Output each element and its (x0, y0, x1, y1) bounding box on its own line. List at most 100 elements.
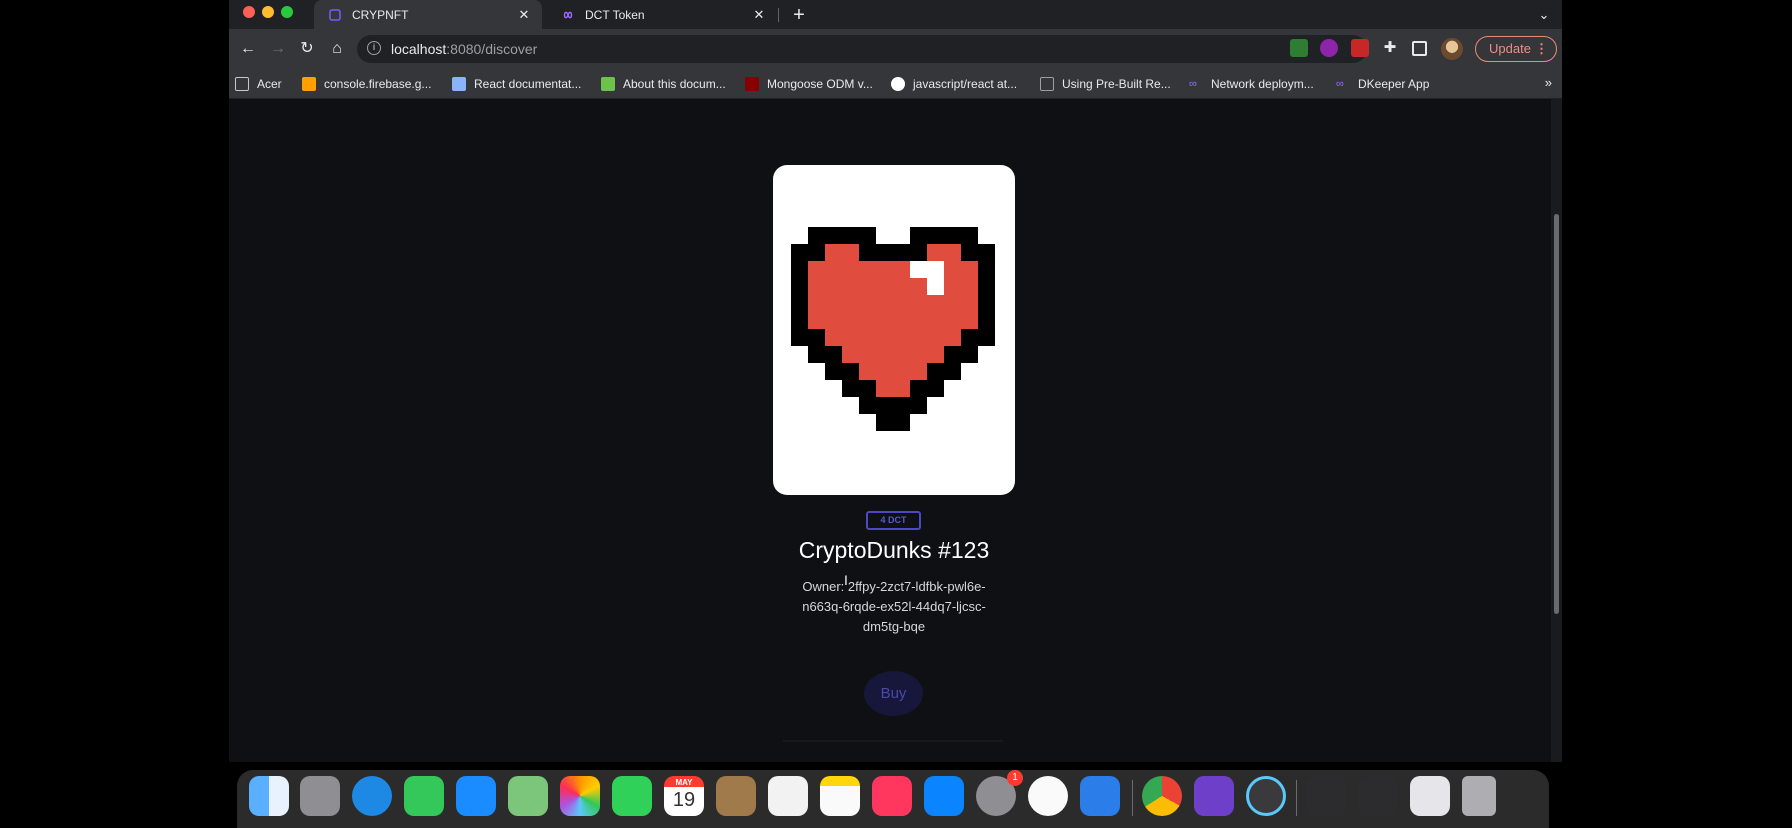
tab-strip: CRYPNFT ✕ DCT Token ✕ + ⌄ (229, 0, 1562, 29)
bookmarks-bar: Acer console.firebase.g... React documen… (229, 69, 1562, 99)
url-text: localhost:8080/discover (391, 41, 537, 57)
infinity-icon: ∞ (1336, 78, 1344, 90)
page-viewport: 4 DCT CryptoDunks #123 Owner: 2ffpy-2zct… (229, 99, 1562, 762)
site-info-icon[interactable]: i (367, 41, 381, 55)
bookmark-network[interactable]: ∞ Network deploym... (1189, 76, 1314, 92)
github-desktop-icon[interactable] (1194, 776, 1234, 816)
window-thumbnail-icon[interactable] (1358, 776, 1398, 816)
bookmark-label: Acer (257, 77, 282, 91)
folder-icon (235, 77, 249, 91)
address-bar[interactable]: i localhost:8080/discover ⇪ ☆ (357, 35, 1367, 63)
react-doc-icon (452, 77, 466, 91)
home-button[interactable]: ⌂ (325, 37, 349, 61)
chrome-window: CRYPNFT ✕ DCT Token ✕ + ⌄ ← → ↻ ⌂ i loca… (229, 0, 1562, 762)
bookmark-dkeeper[interactable]: ∞ DKeeper App (1336, 76, 1429, 92)
preview-icon[interactable] (1028, 776, 1068, 816)
calendar-month: MAY (675, 778, 693, 787)
calendar-icon[interactable]: MAY 19 (664, 776, 704, 816)
vscode-icon[interactable] (1080, 776, 1120, 816)
bookmark-label: Mongoose ODM v... (767, 77, 873, 91)
extensions-puzzle-icon[interactable]: ✚ (1381, 39, 1399, 57)
bookmark-firebase[interactable]: console.firebase.g... (302, 76, 431, 92)
mongoose-icon (745, 77, 759, 91)
text-cursor-icon: I (844, 572, 848, 588)
launchpad-icon[interactable] (300, 776, 340, 816)
crypnft-favicon-icon (328, 8, 342, 22)
trash-icon[interactable] (1462, 776, 1496, 816)
bookmark-react-docs[interactable]: React documentat... (452, 76, 581, 92)
tab-search-chevron-icon[interactable]: ⌄ (1534, 5, 1554, 25)
music-icon[interactable] (872, 776, 912, 816)
notes-icon[interactable] (820, 776, 860, 816)
chrome-icon[interactable] (1142, 776, 1182, 816)
reminders-icon[interactable] (768, 776, 808, 816)
window-thumbnail-icon[interactable] (1306, 776, 1346, 816)
dock-separator (1296, 780, 1297, 816)
tab-crypnft[interactable]: CRYPNFT ✕ (314, 0, 542, 29)
window-thumbnail-icon[interactable] (1410, 776, 1450, 816)
extension-tree-icon[interactable] (1290, 39, 1308, 57)
bookmark-label: console.firebase.g... (324, 77, 432, 91)
zoom-window-button[interactable] (281, 6, 293, 18)
update-button[interactable]: Update ⋮ (1475, 36, 1557, 62)
browser-toolbar: ← → ↻ ⌂ i localhost:8080/discover ⇪ ☆ ✚ … (229, 29, 1562, 69)
bookmark-acer[interactable]: Acer (235, 76, 282, 92)
tab-title: CRYPNFT (352, 7, 409, 22)
facetime-icon[interactable] (612, 776, 652, 816)
tab-separator (778, 8, 779, 22)
bookmark-github[interactable]: javascript/react at... (891, 76, 1017, 92)
close-window-button[interactable] (243, 6, 255, 18)
close-tab-icon[interactable]: ✕ (516, 7, 532, 23)
bookmark-mongoose[interactable]: Mongoose ODM v... (745, 76, 873, 92)
url-host: localhost (391, 41, 447, 57)
bookmark-label: About this docum... (623, 77, 726, 91)
reload-button[interactable]: ↻ (295, 37, 319, 61)
scrollbar-thumb[interactable] (1554, 214, 1559, 614)
finder-icon[interactable] (249, 776, 289, 816)
infinity-icon (561, 8, 575, 22)
profile-avatar[interactable] (1441, 38, 1463, 60)
scrollbar[interactable] (1551, 99, 1562, 762)
more-bookmarks-icon[interactable]: » (1545, 75, 1552, 90)
contacts-icon[interactable] (716, 776, 756, 816)
bookmark-label: DKeeper App (1358, 77, 1430, 91)
bookmark-label: Using Pre-Built Re... (1062, 77, 1171, 91)
dock-separator (1132, 780, 1133, 816)
close-tab-icon[interactable]: ✕ (751, 7, 767, 23)
github-icon (891, 77, 905, 91)
safari-icon[interactable] (352, 776, 392, 816)
extension-red-icon[interactable] (1351, 39, 1369, 57)
maps-icon[interactable] (508, 776, 548, 816)
notification-badge: 1 (1007, 770, 1023, 786)
new-tab-button[interactable]: + (787, 3, 811, 27)
tab-title: DCT Token (585, 7, 645, 22)
page-icon (1040, 77, 1054, 91)
back-button[interactable]: ← (236, 37, 260, 61)
nft-card[interactable] (773, 165, 1015, 495)
buy-button[interactable]: Buy (864, 671, 923, 716)
pixel-heart-image (791, 227, 995, 431)
bookmark-label: javascript/react at... (913, 77, 1018, 91)
mail-icon[interactable] (456, 776, 496, 816)
nodejs-icon (601, 77, 615, 91)
app-store-icon[interactable] (924, 776, 964, 816)
bookmark-pre-built[interactable]: Using Pre-Built Re... (1040, 76, 1171, 92)
bookmark-label: React documentat... (474, 77, 582, 91)
side-panel-icon[interactable] (1412, 41, 1427, 56)
update-label: Update (1489, 41, 1531, 56)
extension-purple-icon[interactable] (1320, 39, 1338, 57)
bookmark-label: Network deploym... (1211, 77, 1314, 91)
calendar-day: 19 (672, 789, 696, 811)
menu-dots-icon: ⋮ (1535, 41, 1548, 56)
minimize-window-button[interactable] (262, 6, 274, 18)
messages-icon[interactable] (404, 776, 444, 816)
desktop: CRYPNFT ✕ DCT Token ✕ + ⌄ ← → ↻ ⌂ i loca… (0, 0, 1792, 828)
nft-owner-text: Owner: 2ffpy-2zct7-ldfbk-pwl6e-n663q-6rq… (802, 579, 986, 634)
nft-title: CryptoDunks #123 (798, 537, 990, 563)
tab-dct-token[interactable]: DCT Token ✕ (547, 0, 777, 29)
quicktime-icon[interactable] (1246, 776, 1286, 816)
forward-button[interactable]: → (266, 37, 290, 61)
infinity-icon: ∞ (1189, 78, 1197, 90)
photos-icon[interactable] (560, 776, 600, 816)
bookmark-about-doc[interactable]: About this docum... (601, 76, 726, 92)
